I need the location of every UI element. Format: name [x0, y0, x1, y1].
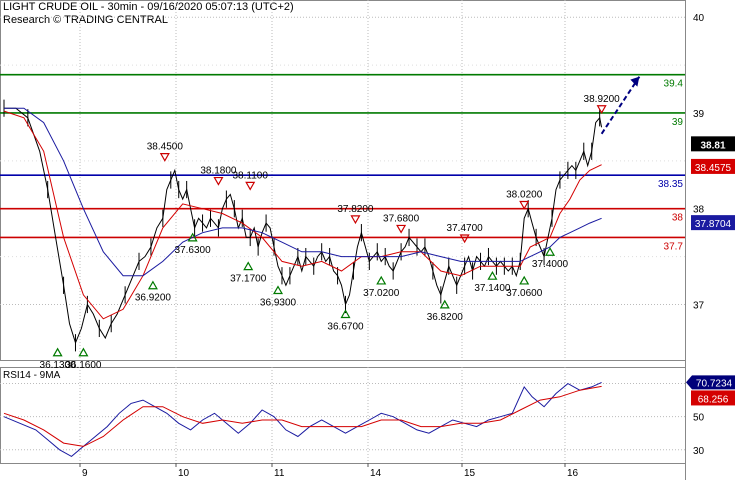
rsi-tick-label: 50 — [693, 413, 705, 424]
x-tick-label: 15 — [464, 468, 476, 479]
level-label: 39.4 — [664, 79, 684, 90]
support-marker-icon — [78, 347, 89, 357]
annotation-label: 37.4000 — [532, 259, 569, 270]
support-marker-icon — [147, 280, 158, 290]
moving-average-tag-label: 38.4575 — [695, 163, 732, 174]
resistance-marker-icon — [519, 200, 530, 210]
annotation-label: 38.9200 — [584, 94, 621, 105]
rsi-line — [3, 381, 602, 458]
level-label: 37.7 — [664, 241, 684, 252]
annotation-label: 37.0600 — [506, 288, 543, 299]
x-tick-label: 14 — [370, 468, 382, 479]
support-marker-icon — [243, 261, 254, 271]
annotation-label: 37.6800 — [383, 213, 420, 224]
resistance-marker-icon — [245, 181, 256, 191]
rsi-ma-tag-label: 68.256 — [698, 394, 729, 405]
y-tick-label: 38 — [693, 205, 705, 216]
annotation-label: 37.6300 — [175, 245, 212, 256]
annotation-label: 38.1800 — [200, 166, 237, 177]
annotation-label: 38.1100 — [232, 170, 268, 181]
support-marker-icon — [340, 309, 351, 319]
rsi-value-tag-label: 70.7234 — [696, 378, 733, 389]
annotation-label: 37.8200 — [337, 204, 374, 215]
y-tick-label: 40 — [693, 13, 705, 24]
support-marker-icon — [376, 275, 387, 285]
annotation-label: 36.6700 — [327, 321, 364, 332]
resistance-marker-icon — [159, 153, 170, 162]
resistance-marker-icon — [396, 224, 407, 234]
annotation-label: 37.1700 — [230, 274, 267, 285]
annotation-label: 36.8200 — [427, 312, 464, 323]
price-chart: 37 38 39 40 9 10 11 14 15 16 39.4 39 38.35 38 37.7 36.1… — [0, 0, 735, 480]
current-price-tag-label: 38.81 — [700, 140, 725, 151]
rsi-panel-label: RSI14 - 9MA — [3, 370, 61, 381]
support-marker-icon — [544, 247, 556, 256]
level-label: 39 — [672, 117, 684, 128]
annotation-label: 38.0200 — [506, 190, 543, 201]
resistance-marker-icon — [213, 176, 224, 186]
rsi-panel-frame — [0, 367, 686, 464]
annotation-label: 38.4500 — [147, 142, 184, 153]
rsi-tick-label: 30 — [693, 446, 705, 457]
price-panel-frame — [0, 0, 686, 361]
level-label: 38 — [672, 213, 684, 224]
annotation-label: 36.9300 — [260, 298, 297, 309]
annotation-label: 36.9200 — [135, 293, 172, 304]
support-marker-icon — [519, 275, 530, 285]
support-marker-icon — [487, 270, 498, 280]
level-label: 38.35 — [658, 179, 683, 190]
x-tick-label: 16 — [567, 468, 579, 479]
forecast-arrow-line — [600, 76, 641, 135]
x-tick-label: 11 — [274, 468, 285, 479]
resistance-marker-icon — [596, 105, 607, 114]
moving-average-tag-label: 37.8704 — [695, 219, 732, 230]
support-marker-icon — [52, 347, 63, 357]
resistance-marker-icon — [350, 215, 361, 225]
y-tick-label: 39 — [693, 109, 705, 120]
annotation-label: 36.1600 — [65, 360, 102, 371]
support-marker-icon — [272, 285, 284, 295]
y-tick-label: 37 — [693, 300, 705, 311]
x-tick-label: 10 — [178, 468, 190, 479]
annotation-label: 37.4700 — [447, 223, 484, 234]
x-tick-label: 9 — [82, 468, 88, 479]
annotation-label: 37.0200 — [363, 288, 400, 299]
